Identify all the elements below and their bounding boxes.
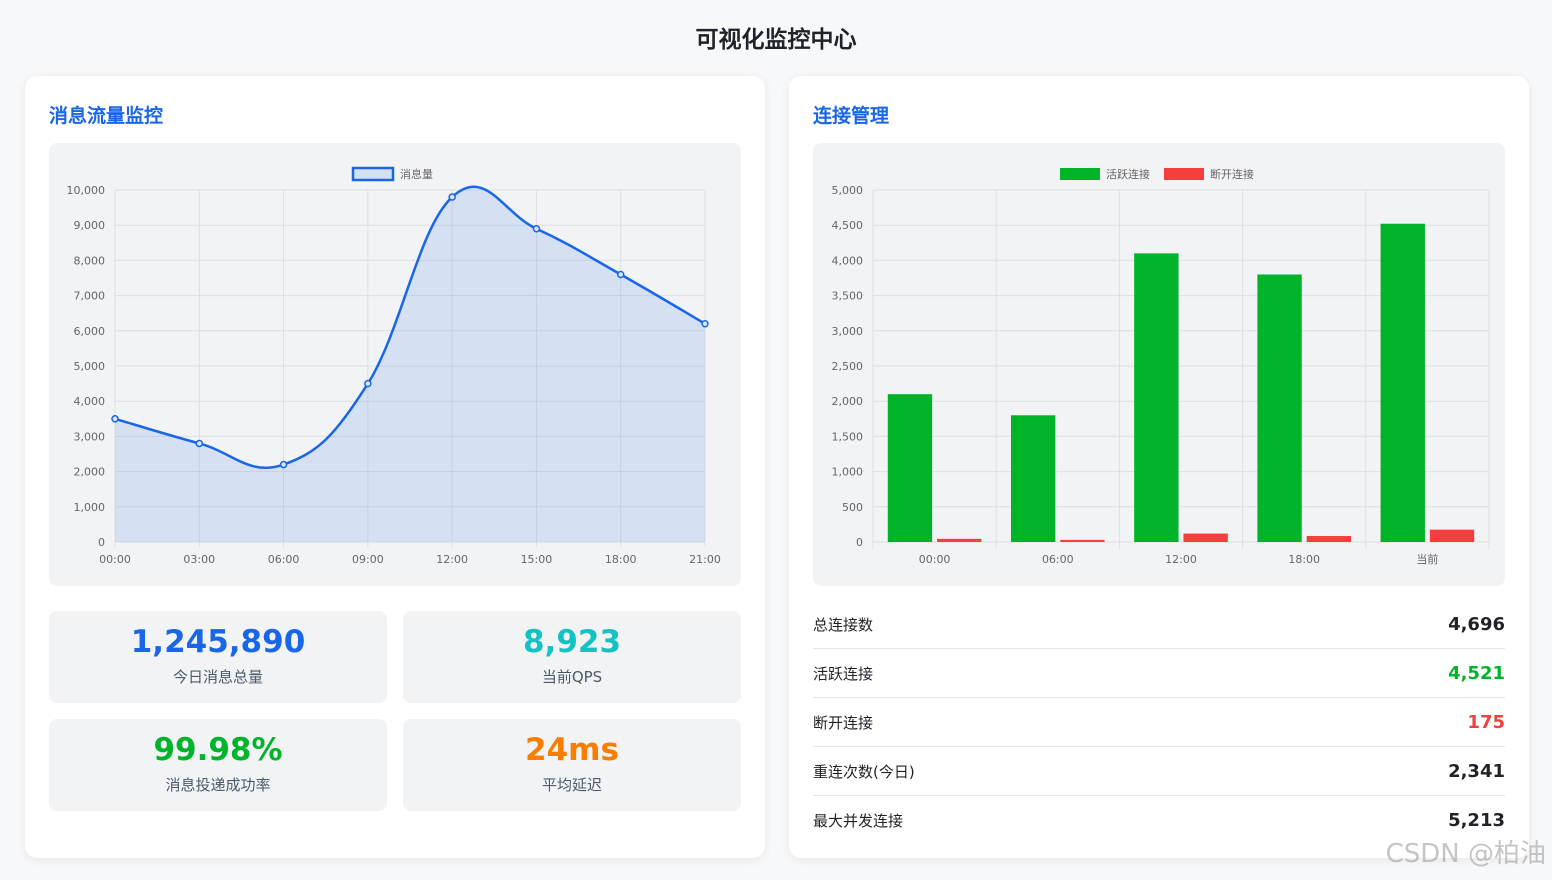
data-point: [111, 415, 119, 423]
y-tick-label: 4,500: [832, 219, 864, 232]
y-tick-label: 2,000: [74, 466, 106, 479]
row-value: 4,696: [1448, 613, 1505, 635]
y-tick-label: 5,000: [832, 184, 864, 197]
stat-average-latency: 24ms 平均延迟: [403, 719, 741, 811]
x-tick-label: 00:00: [919, 553, 951, 566]
panel-title: 消息流量监控: [49, 105, 164, 127]
bar-disconnected: [1060, 539, 1105, 542]
legend-label: 消息量: [400, 167, 433, 181]
bar-active: [1010, 415, 1056, 542]
x-tick-label: 09:00: [352, 553, 384, 566]
stat-total-messages: 1,245,890 今日消息总量: [49, 611, 387, 703]
y-tick-label: 7,000: [74, 290, 106, 303]
x-tick-label: 18:00: [1288, 553, 1320, 566]
stat-value: 99.98%: [153, 732, 283, 768]
x-tick-label: 03:00: [183, 553, 215, 566]
list-item: 断开连接 175: [813, 698, 1505, 747]
list-item: 总连接数 4,696: [813, 600, 1505, 649]
data-point: [701, 320, 709, 328]
bar-disconnected: [937, 538, 982, 542]
y-tick-label: 3,000: [74, 430, 106, 443]
row-value: 4,521: [1448, 662, 1505, 684]
row-label: 断开连接: [813, 713, 874, 732]
row-label: 重连次数(今日): [813, 762, 915, 781]
stat-value: 8,923: [522, 624, 622, 660]
y-tick-label: 2,500: [832, 360, 864, 373]
message-volume-line-chart: 0 1,000 2,000 3,000 4,000 5,000 6,000 7,000 8,00…: [67, 166, 721, 566]
connection-management-panel: 连接管理 0 500 1,000 1,500 2,000 2,500 3,000 3,500 4…: [789, 76, 1529, 858]
list-item: 重连次数(今日) 2,341: [813, 747, 1505, 796]
connection-stats-list: 总连接数 4,696 活跃连接 4,521 断开连接 175 重连次数(今日) …: [813, 600, 1505, 844]
bar-disconnected: [1306, 536, 1352, 542]
y-tick-label: 4,000: [832, 254, 864, 267]
bar-disconnected: [1183, 533, 1228, 542]
y-tick-label: 4,000: [74, 395, 106, 408]
data-point: [195, 439, 204, 448]
bar-active: [1257, 274, 1302, 542]
stat-label: 当前QPS: [541, 668, 603, 686]
y-tick-label: 9,000: [74, 219, 106, 232]
y-tick-label: 0: [98, 536, 105, 549]
y-tick-label: 10,000: [67, 184, 106, 197]
data-point: [448, 193, 456, 201]
x-tick-label: 15:00: [521, 553, 553, 566]
data-point: [532, 224, 541, 233]
row-value: 175: [1467, 711, 1505, 733]
page-title: 可视化监控中心: [695, 27, 857, 53]
x-tick-label: 00:00: [99, 553, 131, 566]
y-tick-label: 500: [842, 501, 863, 514]
y-tick-label: 1,000: [832, 466, 864, 479]
stat-delivery-success-rate: 99.98% 消息投递成功率: [49, 719, 387, 811]
y-tick-label: 5,000: [74, 360, 106, 373]
x-tick-label: 12:00: [1165, 553, 1197, 566]
row-label: 最大并发连接: [813, 811, 904, 830]
list-item: 活跃连接 4,521: [813, 649, 1505, 698]
watermark: CSDN @柏油: [1385, 839, 1546, 869]
x-tick-label: 06:00: [268, 553, 300, 566]
x-tick-label: 12:00: [436, 553, 468, 566]
stat-label: 消息投递成功率: [165, 776, 271, 794]
y-tick-label: 3,500: [832, 290, 864, 303]
x-tick-label: 21:00: [689, 553, 721, 566]
row-label: 总连接数: [813, 615, 874, 634]
bar-active: [887, 394, 933, 542]
y-tick-label: 8,000: [74, 254, 106, 267]
y-tick-label: 1,500: [832, 430, 864, 443]
bar-active: [1380, 223, 1425, 542]
row-value: 2,341: [1448, 760, 1505, 782]
y-tick-label: 2,000: [832, 395, 864, 408]
panel-title: 连接管理: [813, 105, 890, 127]
stat-value: 24ms: [525, 732, 619, 768]
data-point: [279, 460, 288, 469]
x-tick-label: 18:00: [605, 553, 637, 566]
message-volume-chart-container: 0 1,000 2,000 3,000 4,000 5,000 6,000 7,000 8,00…: [49, 143, 741, 586]
y-tick-label: 3,000: [832, 325, 864, 338]
y-tick-label: 1,000: [74, 501, 106, 514]
row-label: 活跃连接: [813, 664, 874, 683]
legend-label: 断开连接: [1210, 167, 1254, 181]
bar-disconnected: [1429, 529, 1475, 542]
message-traffic-panel: 消息流量监控 0 1,000 2,000 3,000 4,000 5,000 6,000 7,…: [25, 76, 765, 858]
legend-swatch: [1060, 168, 1100, 180]
series-area: [115, 186, 705, 542]
stat-label: 平均延迟: [541, 776, 602, 794]
data-point: [616, 270, 625, 279]
data-point: [364, 379, 372, 388]
x-tick-label: 06:00: [1042, 553, 1074, 566]
row-value: 5,213: [1448, 809, 1505, 831]
legend-label: 活跃连接: [1106, 167, 1150, 181]
stat-label: 今日消息总量: [172, 668, 263, 686]
stat-current-qps: 8,923 当前QPS: [403, 611, 741, 703]
stat-value: 1,245,890: [130, 624, 306, 660]
connection-chart-container: 0 500 1,000 1,500 2,000 2,500 3,000 3,500 4,000 4…: [813, 143, 1505, 586]
x-tick-label: 当前: [1416, 552, 1438, 566]
legend-swatch: [351, 166, 395, 182]
y-tick-label: 6,000: [74, 325, 106, 338]
connection-bar-chart: 0 500 1,000 1,500 2,000 2,500 3,000 3,500 4,000 4…: [832, 167, 1490, 566]
legend-swatch: [1164, 168, 1204, 180]
bar-active: [1134, 253, 1179, 543]
y-tick-label: 0: [856, 536, 863, 549]
